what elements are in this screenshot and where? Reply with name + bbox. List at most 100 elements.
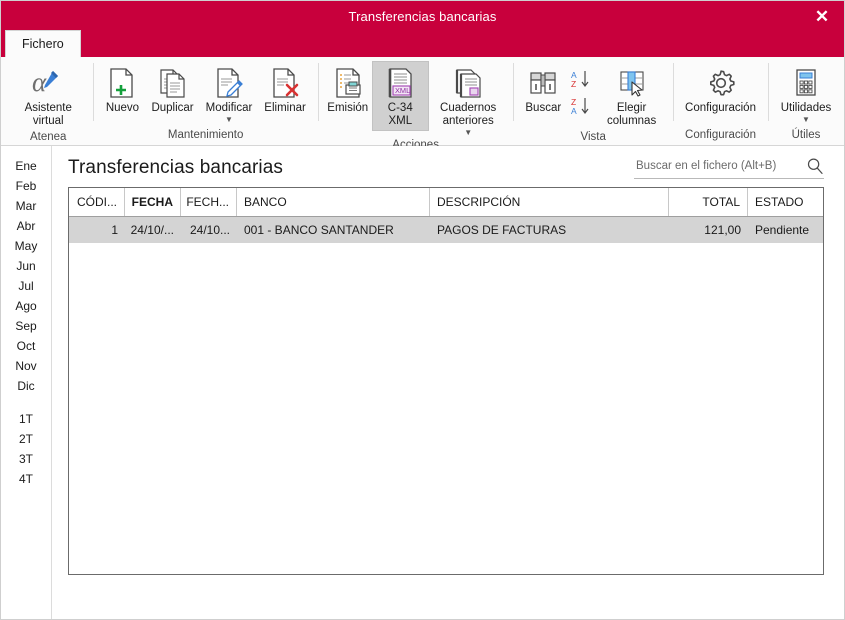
sidebar-item-jul[interactable]: Jul [1, 276, 51, 296]
column-header-total[interactable]: TOTAL [669, 188, 748, 216]
ribbon-group-mantenimiento: Nuevo Duplicar Modificar ▼ Eliminar Mant… [93, 57, 317, 145]
sidebar-item-sep[interactable]: Sep [1, 316, 51, 336]
eliminar-button[interactable]: Eliminar [258, 61, 312, 118]
nuevo-button[interactable]: Nuevo [99, 61, 145, 118]
buscar-cluster: Buscar A Z Z A [519, 61, 596, 118]
title-bar: Transferencias bancarias ✕ Fichero [1, 1, 844, 58]
sidebar-item-3t[interactable]: 3T [1, 449, 51, 469]
table-empty-area [69, 243, 823, 574]
window-title: Transferencias bancarias [348, 9, 497, 24]
utilidades-button[interactable]: Utilidades ▼ [774, 61, 838, 126]
svg-text:Z: Z [571, 79, 576, 89]
column-header-fecha[interactable]: FECHA [125, 188, 181, 216]
ribbon-group-label-configuracion: Configuración [685, 129, 756, 142]
application-window: Transferencias bancarias ✕ Fichero α Asi… [0, 0, 845, 620]
cuadernos-anteriores-button[interactable]: Cuadernos anteriores ▼ [429, 61, 507, 139]
ribbon-group-vista: Buscar A Z Z A Elegir columnas Vista [513, 57, 673, 145]
duplicar-label: Duplicar [151, 102, 194, 114]
asistente-virtual-button[interactable]: α Asistente virtual [9, 61, 87, 131]
ribbon-group-label-vista: Vista [580, 130, 606, 143]
ribbon-group-label-atenea: Atenea [30, 130, 67, 143]
search-input[interactable] [634, 159, 794, 173]
eliminar-label: Eliminar [264, 102, 306, 114]
svg-text:A: A [571, 106, 577, 116]
nuevo-label: Nuevo [105, 102, 140, 114]
cell-banco: 001 - BANCO SANTANDER [244, 223, 394, 237]
sidebar-item-jun[interactable]: Jun [1, 256, 51, 276]
chevron-down-icon[interactable]: ▼ [464, 128, 472, 136]
print-document-icon [333, 65, 363, 101]
gear-icon [705, 65, 737, 101]
table-header-row: CÓDI... FECHA FECH... BANCO DESCRIPCIÓN … [69, 188, 823, 217]
table-row[interactable]: 1 24/10/... 24/10... 001 - BANCO SANTAND… [69, 217, 823, 243]
sidebar-item-oct[interactable]: Oct [1, 336, 51, 356]
sidebar-item-nov[interactable]: Nov [1, 356, 51, 376]
modificar-label: Modificar [205, 102, 253, 114]
sort-ascending-icon[interactable]: A Z [568, 67, 596, 91]
main-panel: Transferencias bancarias CÓDI... FECHA [52, 146, 844, 619]
column-header-descripcion[interactable]: DESCRIPCIÓN [430, 188, 669, 216]
ribbon-tab-strip: Fichero [5, 29, 81, 58]
sidebar-item-may[interactable]: May [1, 236, 51, 256]
cell-descripcion: PAGOS DE FACTURAS [437, 223, 567, 237]
sidebar-item-feb[interactable]: Feb [1, 176, 51, 196]
c34-xml-label: C-34 XML [387, 102, 413, 127]
sidebar-item-1t[interactable]: 1T [1, 409, 51, 429]
emision-button[interactable]: Emisión [324, 61, 372, 118]
ribbon-group-atenea: α Asistente virtual Atenea [3, 57, 93, 145]
sidebar-item-ene[interactable]: Ene [1, 156, 51, 176]
asistente-virtual-label: Asistente virtual [24, 102, 72, 127]
cell-estado: Pendiente [755, 223, 810, 237]
sidebar-item-4t[interactable]: 4T [1, 469, 51, 489]
search-box [634, 156, 824, 179]
configuracion-label: Configuración [685, 102, 756, 114]
page-header: Transferencias bancarias [68, 156, 824, 187]
sort-descending-icon[interactable]: Z A [568, 94, 596, 118]
tab-fichero[interactable]: Fichero [5, 30, 81, 58]
delete-document-icon [270, 65, 300, 101]
cell-total: 121,00 [704, 223, 741, 237]
chevron-down-icon[interactable]: ▼ [802, 115, 810, 123]
choose-columns-icon [616, 65, 648, 101]
binoculars-icon [527, 65, 559, 101]
ribbon-group-configuracion: Configuración Configuración [673, 57, 768, 145]
page-title: Transferencias bancarias [68, 157, 284, 178]
svg-text:α: α [32, 67, 47, 97]
sidebar-item-abr[interactable]: Abr [1, 216, 51, 236]
buscar-button[interactable]: Buscar [519, 61, 567, 118]
xml-document-icon: XML [385, 65, 415, 101]
modificar-button[interactable]: Modificar ▼ [200, 61, 259, 126]
emision-label: Emisión [327, 102, 369, 114]
duplicar-button[interactable]: Duplicar [145, 61, 199, 118]
period-sidebar: Ene Feb Mar Abr May Jun Jul Ago Sep Oct … [1, 146, 52, 619]
column-header-fecha2[interactable]: FECH... [181, 188, 237, 216]
cell-codigo: 1 [111, 223, 118, 237]
sidebar-item-2t[interactable]: 2T [1, 429, 51, 449]
edit-document-icon [214, 65, 244, 101]
cell-fecha2: 24/10... [189, 223, 230, 237]
new-document-icon [107, 65, 137, 101]
cell-fecha: 24/10/... [130, 223, 174, 237]
search-icon[interactable] [806, 157, 824, 175]
sort-buttons-group: A Z Z A [568, 61, 596, 118]
sidebar-item-ago[interactable]: Ago [1, 296, 51, 316]
column-header-codigo[interactable]: CÓDI... [69, 188, 125, 216]
c34-xml-button[interactable]: XML C-34 XML [371, 61, 429, 131]
duplicate-document-icon [158, 65, 188, 101]
column-header-estado[interactable]: ESTADO [748, 188, 823, 216]
sidebar-item-mar[interactable]: Mar [1, 196, 51, 216]
content-area: Ene Feb Mar Abr May Jun Jul Ago Sep Oct … [1, 146, 844, 619]
ribbon-group-acciones: Emisión XML C-34 XML Cuadernos anteriore… [317, 57, 514, 151]
calculator-icon [792, 65, 820, 101]
chevron-down-icon[interactable]: ▼ [225, 115, 233, 123]
close-icon[interactable]: ✕ [800, 1, 844, 31]
ribbon-group-label-mantenimiento: Mantenimiento [167, 129, 244, 142]
column-header-banco[interactable]: BANCO [237, 188, 430, 216]
cuadernos-anteriores-label: Cuadernos anteriores [440, 102, 497, 127]
configuracion-button[interactable]: Configuración [679, 61, 762, 118]
sidebar-item-dic[interactable]: Dic [1, 376, 51, 396]
svg-text:XML: XML [395, 86, 410, 95]
elegir-columnas-button[interactable]: Elegir columnas [596, 61, 667, 131]
ribbon-group-utiles: Utilidades ▼ Útiles [767, 57, 844, 145]
ribbon-toolbar: α Asistente virtual Atenea Nuevo Duplica… [1, 57, 844, 151]
